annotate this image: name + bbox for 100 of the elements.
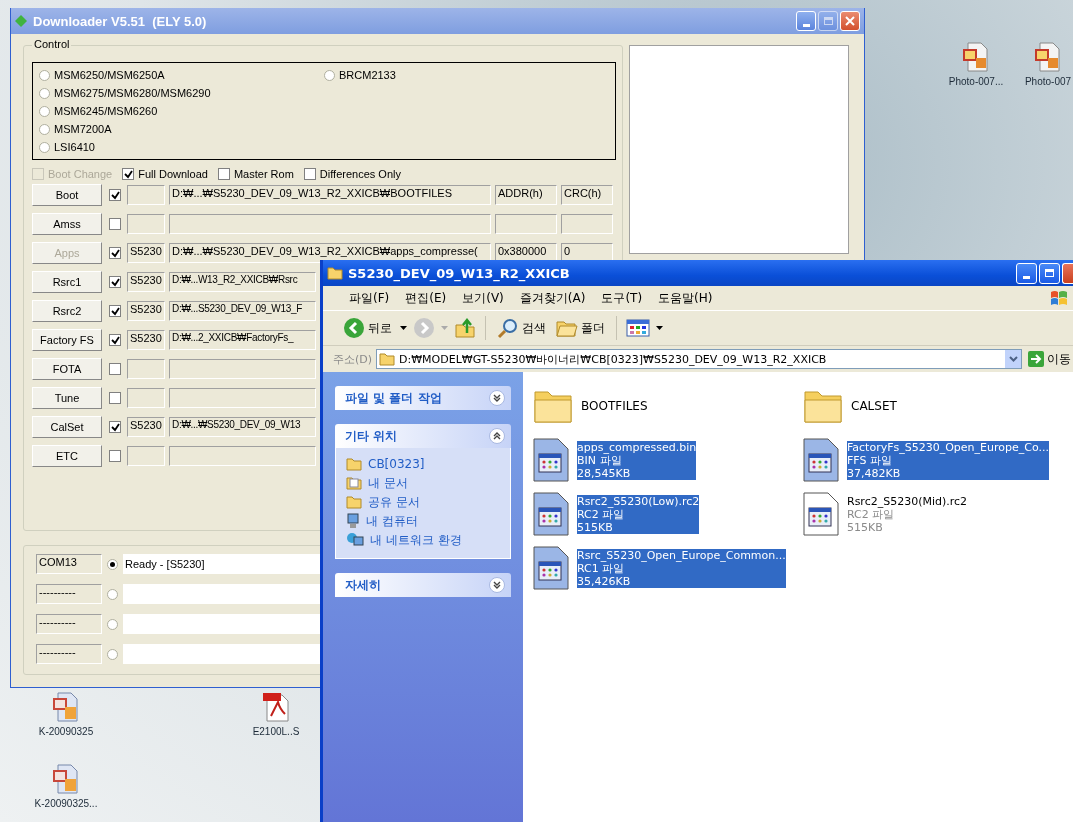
close-button[interactable] bbox=[840, 11, 860, 31]
address-field[interactable]: ADDR(h) bbox=[495, 185, 557, 205]
folder-up-icon[interactable] bbox=[454, 317, 476, 339]
caret-icon[interactable] bbox=[400, 326, 407, 330]
radio-button[interactable] bbox=[39, 105, 50, 117]
model-field[interactable] bbox=[127, 446, 165, 466]
image-select-button[interactable]: Rsrc1 bbox=[32, 271, 102, 293]
dropdown-caret-icon[interactable] bbox=[1008, 356, 1018, 362]
path-field[interactable] bbox=[169, 388, 316, 408]
model-field[interactable] bbox=[127, 388, 165, 408]
place-link[interactable]: 공유 문서 bbox=[368, 493, 420, 511]
path-field[interactable] bbox=[169, 214, 491, 234]
model-field[interactable] bbox=[127, 214, 165, 234]
menu-item[interactable]: 도움말(H) bbox=[650, 289, 721, 307]
place-link[interactable]: 내 문서 bbox=[368, 474, 408, 492]
desktop-icon-label[interactable]: K-20090325... bbox=[34, 798, 98, 809]
model-field[interactable]: S5230 bbox=[127, 272, 165, 292]
image-select-button[interactable]: Amss bbox=[32, 213, 102, 235]
menu-item[interactable]: 도구(T) bbox=[593, 289, 651, 307]
image-select-button[interactable]: CalSet bbox=[32, 416, 102, 438]
model-field[interactable]: S5230 bbox=[127, 417, 165, 437]
caret-icon[interactable] bbox=[656, 326, 663, 330]
views-icon[interactable] bbox=[626, 318, 650, 338]
panel-header[interactable]: 기타 위치 bbox=[335, 424, 511, 448]
address-field[interactable]: D:₩MODEL₩GT-S5230₩바이너리₩CB[0323]₩S5230_DEV_09_W13_R2_XXICB bbox=[376, 349, 1022, 369]
image-select-button[interactable]: Rsrc2 bbox=[32, 300, 102, 322]
maximize-button[interactable] bbox=[1039, 262, 1060, 284]
checkbox[interactable] bbox=[109, 276, 121, 288]
minimize-button[interactable] bbox=[1016, 262, 1037, 284]
model-field[interactable]: S5230 bbox=[127, 330, 165, 350]
slides-file-icon[interactable] bbox=[52, 764, 80, 794]
radio-button[interactable] bbox=[107, 618, 118, 630]
folder-icon[interactable] bbox=[533, 388, 573, 424]
menu-item[interactable]: 즐겨찾기(A) bbox=[511, 289, 594, 307]
pdf-file-icon[interactable] bbox=[261, 692, 291, 722]
file-icon[interactable] bbox=[803, 438, 839, 482]
folder-name[interactable]: BOOTFILES bbox=[581, 399, 648, 413]
file-label[interactable]: Rsrc_S5230_Open_Europe_Common... RC1 파일 35,426KB bbox=[577, 548, 786, 588]
radio-button[interactable] bbox=[39, 87, 50, 99]
file-icon[interactable] bbox=[533, 492, 569, 536]
radio-button[interactable] bbox=[39, 69, 50, 81]
model-field[interactable] bbox=[127, 185, 165, 205]
menu-item[interactable]: 파일(F) bbox=[341, 289, 398, 307]
radio-button[interactable] bbox=[107, 558, 118, 570]
image-select-button[interactable]: Factory FS bbox=[32, 329, 102, 351]
file-label[interactable]: Rsrc2_S5230(Low).rc2 RC2 파일 515KB bbox=[577, 494, 700, 534]
model-field[interactable]: S5230 bbox=[127, 301, 165, 321]
folder-icon[interactable] bbox=[803, 388, 843, 424]
radio-button[interactable] bbox=[39, 123, 50, 135]
path-field[interactable]: D:₩...₩S5230_DEV_09_W13_R2_XXICB₩BOOTFILES bbox=[169, 185, 491, 205]
checkbox[interactable] bbox=[303, 168, 316, 180]
search-button[interactable]: 검색 bbox=[495, 317, 548, 339]
file-label[interactable]: apps_compressed.bin BIN 파일 28,545KB bbox=[577, 440, 697, 480]
desktop-icon-label[interactable]: Photo-007 bbox=[1024, 76, 1072, 87]
checkbox[interactable] bbox=[122, 168, 135, 180]
checkbox[interactable] bbox=[109, 450, 121, 462]
model-field[interactable] bbox=[127, 359, 165, 379]
image-select-button[interactable]: Tune bbox=[32, 387, 102, 409]
checkbox[interactable] bbox=[109, 189, 121, 201]
image-file-icon[interactable] bbox=[962, 42, 990, 72]
checkbox[interactable] bbox=[109, 305, 121, 317]
radio-button[interactable] bbox=[107, 588, 118, 600]
file-icon[interactable] bbox=[803, 492, 839, 536]
path-field[interactable]: D:₩...2_XXICB₩FactoryFs_ bbox=[169, 330, 316, 350]
desktop-icon-label[interactable]: Photo-007... bbox=[948, 76, 1004, 87]
checkbox[interactable] bbox=[217, 168, 230, 180]
checkbox[interactable] bbox=[109, 334, 121, 346]
panel-header[interactable]: 자세히 bbox=[335, 573, 511, 597]
path-field[interactable]: D:₩...S5230_DEV_09_W13_F bbox=[169, 301, 316, 321]
radio-button[interactable] bbox=[39, 141, 50, 153]
path-field[interactable]: D:₩...₩S5230_DEV_09_W13 bbox=[169, 417, 316, 437]
path-field[interactable] bbox=[169, 359, 316, 379]
desktop-icon-label[interactable]: E2100L..S bbox=[252, 726, 300, 737]
file-icon[interactable] bbox=[533, 438, 569, 482]
crc-field[interactable]: CRC(h) bbox=[561, 185, 613, 205]
place-link[interactable]: CB[0323] bbox=[368, 457, 425, 471]
place-link[interactable]: 내 네트워크 환경 bbox=[370, 531, 462, 549]
radio-button[interactable] bbox=[107, 648, 118, 660]
desktop-icon-label[interactable]: K-20090325 bbox=[38, 726, 94, 737]
path-field[interactable] bbox=[169, 446, 316, 466]
minimize-button[interactable] bbox=[796, 11, 816, 31]
image-file-icon[interactable] bbox=[1034, 42, 1062, 72]
menu-item[interactable]: 보기(V) bbox=[454, 289, 512, 307]
image-select-button[interactable]: Boot bbox=[32, 184, 102, 206]
checkbox[interactable] bbox=[109, 421, 121, 433]
checkbox[interactable] bbox=[109, 392, 121, 404]
image-select-button[interactable]: ETC bbox=[32, 445, 102, 467]
folders-button[interactable]: 폴더 bbox=[554, 318, 607, 338]
radio-button[interactable] bbox=[324, 69, 335, 81]
panel-header[interactable]: 파일 및 폴더 작업 bbox=[335, 386, 511, 410]
place-link[interactable]: 내 컴퓨터 bbox=[366, 512, 418, 530]
menu-item[interactable]: 편집(E) bbox=[397, 289, 455, 307]
image-select-button[interactable]: FOTA bbox=[32, 358, 102, 380]
close-button[interactable] bbox=[1062, 262, 1073, 284]
checkbox[interactable] bbox=[109, 218, 121, 230]
file-label[interactable]: FactoryFs_S5230_Open_Europe_Co... FFS 파일 37,482KB bbox=[847, 440, 1049, 480]
file-icon[interactable] bbox=[533, 546, 569, 590]
address-field[interactable] bbox=[495, 214, 557, 234]
slides-file-icon[interactable] bbox=[52, 692, 80, 722]
folder-name[interactable]: CALSET bbox=[851, 399, 897, 413]
